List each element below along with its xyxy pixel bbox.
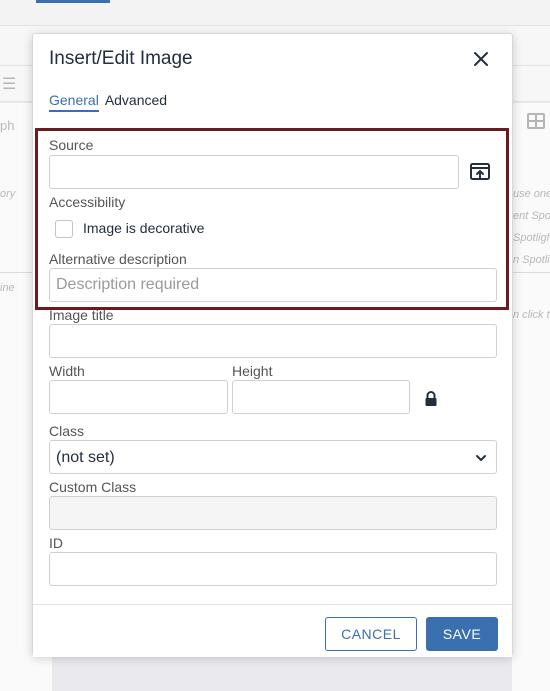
save-button[interactable]: SAVE xyxy=(426,617,498,651)
image-title-input[interactable] xyxy=(49,324,497,358)
source-label: Source xyxy=(49,137,94,153)
id-label: ID xyxy=(49,535,63,551)
class-select-value: (not set) xyxy=(56,449,115,466)
image-title-label: Image title xyxy=(49,307,114,323)
bg-text-right-4: n Spotlig xyxy=(513,254,550,266)
lock-icon[interactable] xyxy=(424,391,438,407)
editor-active-tab-indicator xyxy=(36,0,110,3)
alt-description-input[interactable] xyxy=(49,268,497,302)
class-select[interactable]: (not set) xyxy=(49,440,497,474)
list-icon: ☰ xyxy=(2,76,17,93)
height-label: Height xyxy=(232,363,273,379)
browse-upload-icon[interactable] xyxy=(469,161,491,183)
width-input[interactable] xyxy=(49,380,228,414)
bg-text-paragraph: ph xyxy=(0,118,15,133)
cancel-button[interactable]: CANCEL xyxy=(325,617,417,651)
decorative-checkbox-label: Image is decorative xyxy=(83,220,205,236)
close-icon[interactable] xyxy=(469,47,493,71)
alt-description-label: Alternative description xyxy=(49,251,187,267)
custom-class-input[interactable] xyxy=(49,496,497,530)
chevron-down-icon xyxy=(474,451,488,465)
bg-text-right-2: ent Spot xyxy=(513,210,550,222)
bg-text-right-5: n click t xyxy=(513,309,550,321)
height-input[interactable] xyxy=(232,380,410,414)
table-icon xyxy=(527,113,545,129)
dialog-footer: CANCEL SAVE xyxy=(33,604,512,657)
bg-text-line: ine xyxy=(0,282,15,294)
source-input[interactable] xyxy=(49,155,459,189)
id-input[interactable] xyxy=(49,552,497,586)
dialog-title: Insert/Edit Image xyxy=(49,48,193,69)
bg-text-right-1: use one xyxy=(513,188,550,200)
dialog-tabs: General Advanced xyxy=(49,92,173,114)
tab-general[interactable]: General xyxy=(49,92,99,112)
bg-text-right-3: Spotligh xyxy=(513,232,550,244)
bg-text-story: ory xyxy=(0,188,16,200)
custom-class-label: Custom Class xyxy=(49,479,137,495)
width-label: Width xyxy=(49,363,85,379)
editor-top-bar xyxy=(0,0,550,26)
class-label: Class xyxy=(49,423,85,439)
accessibility-label: Accessibility xyxy=(49,194,126,210)
insert-edit-image-dialog: Insert/Edit Image General Advanced Source… xyxy=(32,33,513,657)
dialog-header: Insert/Edit Image xyxy=(33,34,512,86)
tab-advanced[interactable]: Advanced xyxy=(105,92,167,110)
decorative-checkbox[interactable] xyxy=(55,220,73,238)
